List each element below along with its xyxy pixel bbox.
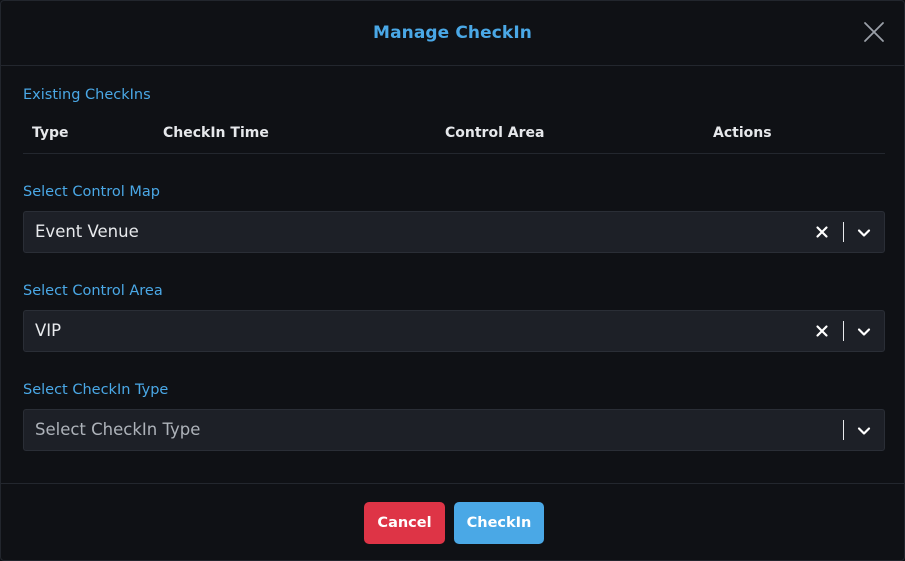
checkin-type-select[interactable]: Select CheckIn Type	[23, 409, 885, 451]
control-area-value: VIP	[35, 321, 62, 340]
clear-x-icon[interactable]	[814, 224, 830, 240]
checkin-button[interactable]: CheckIn	[454, 502, 544, 544]
chevron-down-icon[interactable]	[856, 423, 872, 437]
chevron-down-icon[interactable]	[856, 225, 872, 239]
chevron-down-icon[interactable]	[856, 324, 872, 338]
column-header-type: Type	[32, 125, 69, 141]
control-map-value: Event Venue	[35, 222, 139, 241]
column-header-checkin-time: CheckIn Time	[163, 125, 269, 141]
existing-checkins-label: Existing CheckIns	[23, 87, 151, 103]
modal-header: Manage CheckIn	[1, 1, 904, 66]
select-separator	[843, 222, 844, 242]
clear-x-icon[interactable]	[814, 323, 830, 339]
select-separator	[843, 321, 844, 341]
control-area-label: Select Control Area	[23, 283, 163, 299]
cancel-button[interactable]: Cancel	[364, 502, 445, 544]
manage-checkin-modal: Manage CheckIn Existing CheckIns Type Ch…	[0, 0, 905, 561]
checkin-type-label: Select CheckIn Type	[23, 382, 169, 398]
column-header-actions: Actions	[713, 125, 772, 141]
column-header-control-area: Control Area	[445, 125, 545, 141]
control-map-select[interactable]: Event Venue	[23, 211, 885, 253]
close-icon[interactable]	[861, 19, 887, 45]
control-map-label: Select Control Map	[23, 184, 160, 200]
control-area-select[interactable]: VIP	[23, 310, 885, 352]
modal-footer-divider	[1, 483, 904, 484]
select-separator	[843, 420, 844, 440]
checkin-type-placeholder: Select CheckIn Type	[35, 420, 201, 439]
modal-title: Manage CheckIn	[373, 23, 532, 43]
checkins-table-header: Type CheckIn Time Control Area Actions	[23, 117, 885, 154]
